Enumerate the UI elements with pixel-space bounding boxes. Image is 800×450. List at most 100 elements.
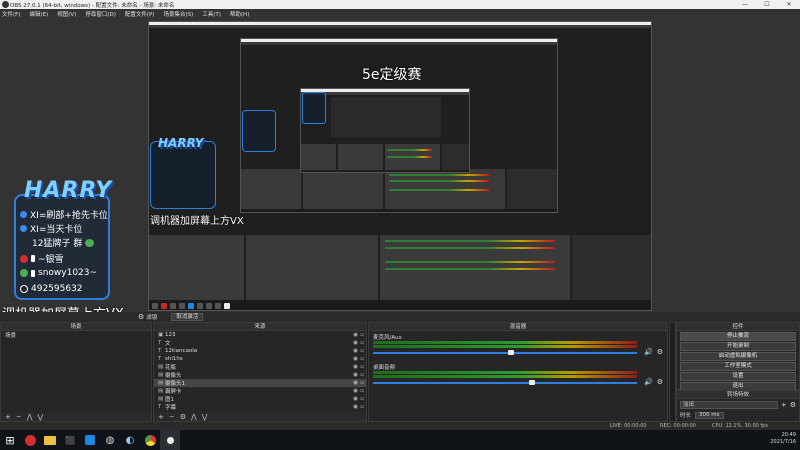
- stop-streaming-button[interactable]: 停止推流: [680, 332, 796, 341]
- scene-item[interactable]: 场景: [1, 331, 151, 339]
- start-recording-button[interactable]: 开始录制: [680, 342, 796, 351]
- minimize-button[interactable]: —: [734, 0, 756, 9]
- dock-splitter[interactable]: [669, 322, 676, 422]
- chrome-icon[interactable]: [140, 430, 160, 450]
- app-icon[interactable]: [80, 430, 100, 450]
- eye-icon[interactable]: ◉: [353, 396, 358, 402]
- eye-icon[interactable]: ◉: [353, 332, 358, 338]
- eye-icon[interactable]: ◉: [353, 364, 358, 370]
- obs-icon[interactable]: [160, 430, 180, 450]
- eye-icon[interactable]: ◉: [353, 388, 358, 394]
- game-icon[interactable]: ⬛: [60, 430, 80, 450]
- volume-slider-handle[interactable]: [529, 380, 535, 385]
- preview-canvas[interactable]: HARRY 5e定级赛 调机器加屏幕上方VX HARRY XI=刷部+抢先卡位 …: [0, 18, 800, 321]
- system-clock[interactable]: 20:49 2021/7/16: [770, 432, 796, 446]
- overlay-card-medium: [150, 141, 216, 209]
- menu-tools[interactable]: 工具(T): [202, 10, 221, 18]
- image-source-icon: ▤: [158, 364, 164, 370]
- move-down-icon[interactable]: ⋁: [202, 413, 208, 421]
- steam-alt-icon[interactable]: ◐: [120, 430, 140, 450]
- volume-slider[interactable]: [373, 382, 637, 384]
- volume-slider[interactable]: [373, 352, 637, 354]
- close-button[interactable]: ✕: [778, 0, 800, 9]
- move-up-icon[interactable]: ⋀: [191, 413, 197, 421]
- add-source-icon[interactable]: +: [158, 413, 164, 421]
- speaker-icon[interactable]: 🔊: [644, 378, 653, 386]
- source-settings-icon[interactable]: ⚙: [180, 413, 186, 421]
- lock-icon[interactable]: ▫: [360, 396, 364, 402]
- scenes-dock: 场景 场景 + − ⋀ ⋁: [0, 322, 152, 422]
- netease-icon[interactable]: [20, 430, 40, 450]
- sources-header: 来源: [154, 323, 366, 331]
- title-5e-ranked: 5e定级赛: [362, 67, 422, 83]
- settings-button[interactable]: 设置: [680, 372, 796, 381]
- sources-dock: 来源 ▣ 123 ◉ ▫ T 文 ◉ ▫ T 12tiancaola ◉ ▫ Tshi1hs ◉ ▫ …: [153, 322, 367, 422]
- speaker-icon[interactable]: 🔊: [644, 348, 653, 356]
- volume-slider-handle[interactable]: [508, 350, 515, 355]
- channel-name: 麦克风/Aux: [373, 335, 402, 341]
- gear-icon[interactable]: ⚙: [790, 401, 796, 409]
- add-transition-icon[interactable]: +: [781, 401, 787, 409]
- eye-icon[interactable]: ◉: [353, 356, 358, 362]
- overlay-logo-medium: HARRY: [158, 136, 204, 150]
- eye-icon[interactable]: ◉: [353, 404, 358, 410]
- image-source-icon: ▤: [158, 396, 164, 402]
- gear-icon[interactable]: ⚙: [138, 313, 144, 321]
- menu-docks[interactable]: 停靠窗口(D): [85, 10, 116, 18]
- menu-profile[interactable]: 配置文件(P): [125, 10, 155, 18]
- level-meter: [373, 341, 637, 344]
- source-item[interactable]: ▣ 123 ◉ ▫: [154, 331, 366, 339]
- transition-select[interactable]: 淡出: [680, 401, 778, 409]
- overlay-card-small: [242, 110, 276, 152]
- lock-icon[interactable]: ▫: [360, 404, 364, 410]
- add-scene-icon[interactable]: +: [5, 413, 11, 421]
- eye-icon[interactable]: ◉: [353, 340, 358, 346]
- duration-input[interactable]: 300 ms: [695, 411, 724, 419]
- lock-icon[interactable]: ▫: [360, 340, 364, 346]
- eye-icon[interactable]: ◉: [353, 348, 358, 354]
- title-bar: OBS 27.0.1 (64-bit, windows) - 配置文件: 未命名…: [0, 0, 800, 9]
- source-toolbar: ⚙ 滤镜 取消激活: [0, 312, 800, 322]
- lock-icon[interactable]: ▫: [360, 348, 364, 354]
- source-item[interactable]: T 文 ◉ ▫: [154, 339, 366, 347]
- folder-icon[interactable]: [40, 430, 60, 450]
- eye-icon[interactable]: ◉: [353, 380, 358, 386]
- move-up-icon[interactable]: ⋀: [27, 413, 33, 421]
- menu-edit[interactable]: 编辑(E): [29, 10, 48, 18]
- lock-icon[interactable]: ▫: [360, 332, 364, 338]
- lock-icon[interactable]: ▫: [360, 380, 364, 386]
- source-item[interactable]: ▤ 花瓶 ◉ ▫: [154, 363, 366, 371]
- lock-icon[interactable]: ▫: [360, 372, 364, 378]
- lock-icon[interactable]: ▫: [360, 356, 364, 362]
- menu-scene-collection[interactable]: 场景集合(S): [163, 10, 193, 18]
- obs-window: OBS 27.0.1 (64-bit, windows) - 配置文件: 未命名…: [0, 0, 800, 450]
- overlay-line-1: XI=刷部+抢先卡位: [20, 208, 108, 221]
- source-item-selected[interactable]: ▤ 摄像头1 ◉ ▫: [154, 379, 366, 387]
- steam-icon[interactable]: ◍: [100, 430, 120, 450]
- source-type-icon: ▣: [158, 332, 164, 338]
- source-item[interactable]: ▤ 摄像头 ◉ ▫: [154, 371, 366, 379]
- gear-icon[interactable]: ⚙: [657, 348, 663, 356]
- studio-mode-button[interactable]: 工作室模式: [680, 362, 796, 371]
- deselect-button[interactable]: 取消激活: [171, 313, 204, 321]
- gear-icon[interactable]: ⚙: [657, 378, 663, 386]
- move-down-icon[interactable]: ⋁: [38, 413, 44, 421]
- lock-icon[interactable]: ▫: [360, 388, 364, 394]
- windows-start-icon[interactable]: ⊞: [0, 430, 20, 450]
- source-item[interactable]: T 字幕 ◉ ▫: [154, 403, 366, 411]
- source-item[interactable]: T 12tiancaola ◉ ▫: [154, 347, 366, 355]
- source-item[interactable]: ▤ 图1 ◉ ▫: [154, 395, 366, 403]
- remove-scene-icon[interactable]: −: [16, 413, 22, 421]
- image-source-icon: ▤: [158, 388, 164, 394]
- source-item[interactable]: Tshi1hs ◉ ▫: [154, 355, 366, 363]
- menu-file[interactable]: 文件(F): [2, 10, 20, 18]
- start-virtual-camera-button[interactable]: 启动虚拟摄像机: [680, 352, 796, 361]
- remove-source-icon[interactable]: −: [169, 413, 175, 421]
- filter-label[interactable]: 滤镜: [146, 313, 157, 321]
- menu-view[interactable]: 视图(V): [57, 10, 76, 18]
- maximize-button[interactable]: ☐: [756, 0, 778, 9]
- eye-icon[interactable]: ◉: [353, 372, 358, 378]
- lock-icon[interactable]: ▫: [360, 364, 364, 370]
- source-item[interactable]: ▤ 霸屏卡 ◉ ▫: [154, 387, 366, 395]
- menu-help[interactable]: 帮助(H): [230, 10, 249, 18]
